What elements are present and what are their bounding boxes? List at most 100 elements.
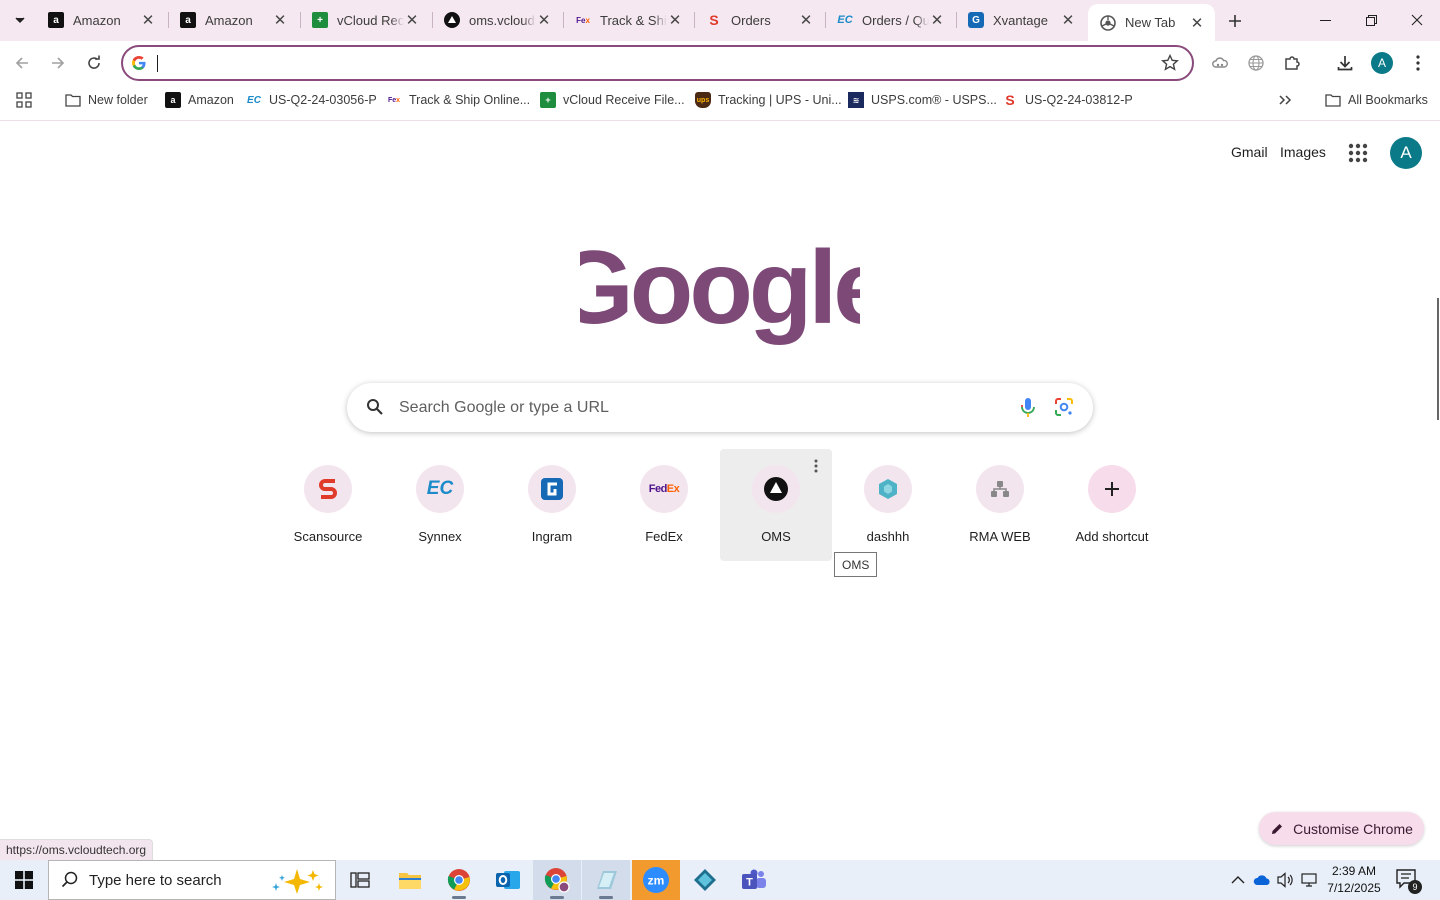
gmail-link[interactable]: Gmail	[1231, 144, 1268, 160]
network-tray[interactable]	[1301, 871, 1319, 889]
more-bookmarks-button[interactable]	[1278, 89, 1292, 111]
tab-new-tab[interactable]: New Tab ✕	[1088, 4, 1215, 41]
globe-icon	[1248, 55, 1264, 71]
shortcut-rma-web[interactable]: RMA WEB	[944, 449, 1056, 561]
speaker-icon	[1277, 872, 1293, 888]
google-apps-icon[interactable]	[1346, 141, 1370, 165]
taskbar-chrome[interactable]	[435, 860, 483, 900]
chrome-icon	[447, 869, 470, 891]
notifications-button[interactable]: 9	[1396, 869, 1422, 894]
sheets-icon: +	[540, 92, 556, 108]
tab-orders[interactable]: S Orders ✕	[694, 4, 824, 36]
google-logo: Google	[580, 235, 860, 345]
close-tab-icon[interactable]: ✕	[1060, 12, 1076, 29]
tab-strip: a Amazon ✕ a Amazon ✕ + vCloud Receive F…	[0, 0, 1440, 41]
restore-icon	[1365, 14, 1377, 26]
taskbar-remote-app[interactable]	[582, 860, 630, 900]
bookmark-star-icon[interactable]	[1160, 53, 1180, 73]
shortcut-tooltip: OMS	[834, 552, 878, 577]
address-bar[interactable]	[121, 45, 1194, 81]
customise-chrome-button[interactable]: Customise Chrome	[1259, 812, 1424, 845]
close-tab-icon[interactable]: ✕	[1189, 15, 1205, 32]
extensions-button[interactable]	[1278, 49, 1306, 77]
close-tab-icon[interactable]: ✕	[272, 12, 288, 29]
folder-icon	[65, 92, 81, 108]
toolbar-divider	[0, 120, 1440, 121]
task-view-button[interactable]	[336, 860, 384, 900]
more-vertical-icon[interactable]	[810, 459, 822, 473]
close-tab-icon[interactable]: ✕	[667, 12, 683, 29]
shortcut-ingram[interactable]: Ingram	[496, 449, 608, 561]
extension-globe-button[interactable]	[1242, 49, 1270, 77]
close-tab-icon[interactable]: ✕	[798, 12, 814, 29]
google-lens-icon[interactable]	[1054, 397, 1074, 417]
system-clock[interactable]: 2:39 AM 7/12/2025	[1322, 863, 1386, 897]
taskbar-chrome-profile[interactable]	[533, 860, 581, 900]
sheets-icon: +	[312, 12, 328, 28]
sparkle-icon	[272, 869, 323, 894]
microphone-icon[interactable]	[1018, 397, 1038, 419]
pencil-icon	[1272, 823, 1283, 834]
taskbar-zoom[interactable]: zm	[632, 860, 680, 900]
forward-button[interactable]	[44, 49, 72, 77]
tab-xvantage[interactable]: G Xvantage ✕	[956, 4, 1086, 36]
onedrive-tray[interactable]	[1253, 871, 1271, 889]
bookmark-us-q2-24-03056[interactable]: EC US-Q2-24-03056-P	[246, 89, 377, 111]
ntp-search-box[interactable]: Search Google or type a URL	[347, 383, 1093, 432]
close-tab-icon[interactable]: ✕	[536, 12, 552, 29]
close-tab-icon[interactable]: ✕	[929, 12, 945, 29]
reload-button[interactable]	[80, 49, 108, 77]
back-button[interactable]	[8, 49, 36, 77]
tab-amazon-2[interactable]: a Amazon ✕	[168, 4, 298, 36]
shortcut-oms[interactable]: OMS	[720, 449, 832, 561]
start-button[interactable]	[0, 860, 48, 900]
tab-orders-quotes[interactable]: EC Orders / Quotes ✕	[825, 4, 955, 36]
minimize-button[interactable]	[1302, 0, 1348, 40]
tab-search-button[interactable]	[6, 6, 34, 34]
taskbar-search-box[interactable]: Type here to search	[48, 860, 336, 900]
plus-icon	[1229, 15, 1241, 27]
show-hidden-icons[interactable]	[1229, 871, 1247, 889]
apps-shortcut[interactable]	[16, 89, 32, 111]
folder-icon	[1325, 92, 1341, 108]
scrollbar[interactable]	[1437, 298, 1439, 420]
extension-cloud-button[interactable]	[1206, 49, 1234, 77]
taskbar-file-explorer[interactable]	[386, 860, 434, 900]
usps-icon: ≋	[848, 92, 864, 108]
downloads-button[interactable]	[1331, 49, 1359, 77]
shortcut-add[interactable]: Add shortcut	[1056, 449, 1168, 561]
bookmark-amazon[interactable]: a Amazon	[165, 89, 234, 111]
all-bookmarks-button[interactable]: All Bookmarks	[1325, 89, 1428, 111]
tab-amazon-1[interactable]: a Amazon ✕	[36, 4, 166, 36]
bookmark-vcloud[interactable]: + vCloud Receive File...	[540, 89, 685, 111]
shortcut-dashhh[interactable]: dashhh	[832, 449, 944, 561]
taskbar-vpn-app[interactable]	[681, 860, 729, 900]
volume-tray[interactable]	[1277, 871, 1295, 889]
bookmark-fedex[interactable]: Fe x Track & Ship Online...	[386, 89, 530, 111]
tab-fedex[interactable]: Fex Track & Ship Online ✕	[563, 4, 693, 36]
plus-icon	[1105, 482, 1119, 496]
close-window-button[interactable]	[1394, 0, 1440, 40]
account-avatar[interactable]: A	[1390, 137, 1422, 169]
bookmark-us-q2-24-03812[interactable]: S US-Q2-24-03812-P	[1002, 89, 1132, 111]
tab-vcloud[interactable]: + vCloud Receive File ✕	[300, 4, 430, 36]
fedex-icon: FedEx	[648, 483, 680, 495]
bookmark-usps[interactable]: ≋ USPS.com® - USPS...	[848, 89, 997, 111]
onedrive-icon	[1253, 875, 1270, 885]
ups-icon: ups	[695, 92, 711, 108]
restore-button[interactable]	[1348, 0, 1394, 40]
profile-button[interactable]: A	[1368, 49, 1396, 77]
new-tab-button[interactable]	[1222, 8, 1248, 34]
shortcut-synnex[interactable]: EC Synnex	[384, 449, 496, 561]
chrome-menu-button[interactable]	[1404, 49, 1432, 77]
images-link[interactable]: Images	[1280, 144, 1326, 160]
shortcut-scansource[interactable]: Scansource	[272, 449, 384, 561]
close-tab-icon[interactable]: ✕	[140, 12, 156, 29]
taskbar-teams[interactable]: T	[730, 860, 778, 900]
bookmark-new-folder[interactable]: New folder	[65, 89, 148, 111]
taskbar-outlook[interactable]	[484, 860, 532, 900]
tab-oms[interactable]: oms.vcloudtech.org ✕	[432, 4, 562, 36]
close-tab-icon[interactable]: ✕	[404, 12, 420, 29]
shortcut-fedex[interactable]: FedEx FedEx	[608, 449, 720, 561]
bookmark-ups[interactable]: ups Tracking | UPS - Uni...	[695, 89, 842, 111]
